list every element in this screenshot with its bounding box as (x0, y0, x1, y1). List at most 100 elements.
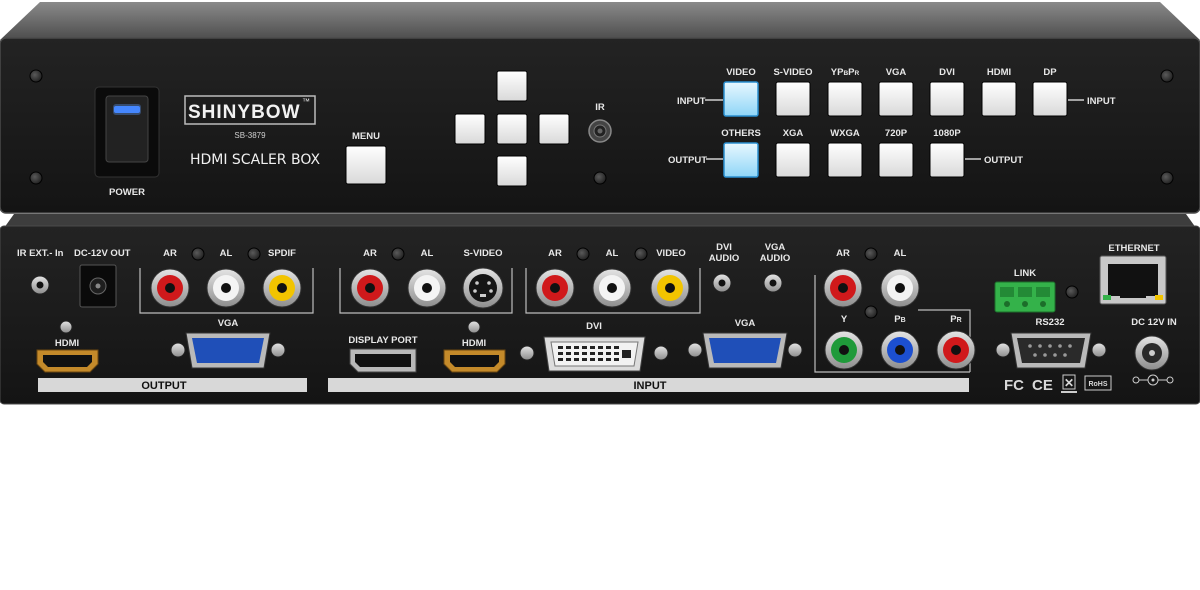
menu-button[interactable] (345, 145, 387, 185)
comp-y-label: Y (841, 314, 848, 325)
input-video-label: VIDEO (726, 67, 756, 78)
input-vga-button[interactable] (878, 81, 914, 117)
ir-ext-jack[interactable] (30, 275, 50, 295)
input-row-label-left: INPUT (677, 96, 706, 107)
link-label: LINK (1014, 268, 1036, 279)
brand-tm: ™ (302, 97, 310, 106)
device-illustration: POWER SHINYBOW ™ SB-3879 HDMI SCALER BOX… (0, 2, 1200, 405)
svg-text:✕: ✕ (1064, 376, 1074, 390)
output-1080p-label: 1080P (933, 128, 961, 139)
rear-unit: IR EXT.- In DC-12V OUT AR AL SPDIF HDMI (0, 214, 1200, 405)
in2-ar-rca-jack[interactable] (535, 268, 575, 308)
front-chassis-top (0, 2, 1200, 40)
input-vga-label: VGA (886, 67, 907, 78)
out-spdif-rca-jack[interactable] (262, 268, 302, 308)
out-al-rca-jack[interactable] (206, 268, 246, 308)
in1-ar-label: AR (363, 248, 377, 259)
input-audio-group-1: AR AL S-VIDEO (339, 247, 513, 314)
comp-pr-rca-jack[interactable] (936, 330, 976, 370)
input-dp-label: DP (1043, 67, 1057, 78)
input-hdmi-label: HDMI (987, 67, 1011, 78)
power-label: POWER (109, 187, 145, 198)
nav-up-button[interactable] (496, 70, 528, 102)
dvi-audio-label-1: DVI (716, 242, 732, 253)
dc-in-jack[interactable] (1134, 335, 1170, 371)
ir-ext-label: IR EXT.- In (17, 248, 64, 259)
ir-sensor (588, 119, 612, 143)
power-switch[interactable] (94, 86, 160, 178)
out-ar-label: AR (163, 248, 177, 259)
nav-left-button[interactable] (454, 113, 486, 145)
dvi-label: DVI (586, 321, 602, 332)
out-spdif-label: SPDIF (268, 248, 296, 259)
in-hdmi-label: HDMI (462, 338, 486, 349)
in-hdmi-port[interactable] (443, 349, 506, 373)
comp-al-label: AL (894, 248, 907, 259)
dc-in-label: DC 12V IN (1131, 317, 1177, 328)
comp-ar-label: AR (836, 248, 850, 259)
dc-out-jack[interactable] (79, 264, 117, 308)
in1-al-label: AL (421, 248, 434, 259)
fc-mark: FC (1004, 377, 1024, 394)
output-others-button[interactable] (723, 142, 759, 178)
input-row-label-right: INPUT (1087, 96, 1116, 107)
svideo-label: S-VIDEO (463, 248, 502, 259)
in1-ar-rca-jack[interactable] (350, 268, 390, 308)
in1-al-rca-jack[interactable] (407, 268, 447, 308)
out-vga-label: VGA (218, 318, 239, 329)
link-terminal-block[interactable] (994, 281, 1056, 313)
output-xga-label: XGA (783, 128, 804, 139)
input-video-button[interactable] (723, 81, 759, 117)
displayport-port[interactable] (349, 348, 417, 373)
dc-out-label: DC-12V OUT (74, 248, 131, 259)
in2-ar-label: AR (548, 248, 562, 259)
output-1080p-button[interactable] (929, 142, 965, 178)
in2-al-rca-jack[interactable] (592, 268, 632, 308)
output-row-label-left: OUTPUT (668, 155, 707, 166)
model-number: SB-3879 (234, 131, 266, 140)
out-al-label: AL (220, 248, 233, 259)
in2-video-rca-jack[interactable] (650, 268, 690, 308)
in2-video-label: VIDEO (656, 248, 686, 259)
dvi-audio-label-2: AUDIO (709, 253, 740, 264)
svideo-port[interactable] (462, 267, 504, 309)
ethernet-label: ETHERNET (1108, 243, 1159, 254)
nav-right-button[interactable] (538, 113, 570, 145)
rs232-label: RS232 (1035, 317, 1064, 328)
output-720p-label: 720P (885, 128, 908, 139)
dvi-audio-jack[interactable] (712, 273, 732, 293)
output-xga-button[interactable] (775, 142, 811, 178)
menu-label: MENU (352, 131, 380, 142)
comp-pb-rca-jack[interactable] (880, 330, 920, 370)
output-720p-button[interactable] (878, 142, 914, 178)
input-section-label: INPUT (634, 380, 667, 392)
output-wxga-button[interactable] (827, 142, 863, 178)
vga-audio-jack[interactable] (763, 273, 783, 293)
input-ypbpr-button[interactable] (827, 81, 863, 117)
rohs-mark: RoHS (1088, 381, 1107, 388)
in2-al-label: AL (606, 248, 619, 259)
comp-al-rca-jack[interactable] (880, 268, 920, 308)
input-dp-button[interactable] (1032, 81, 1068, 117)
out-hdmi-label: HDMI (55, 338, 79, 349)
comp-y-rca-jack[interactable] (824, 330, 864, 370)
out-hdmi-port[interactable] (36, 349, 99, 373)
nav-down-button[interactable] (496, 155, 528, 187)
vga-audio-label-2: AUDIO (760, 253, 791, 264)
ethernet-port[interactable] (1099, 255, 1167, 305)
comp-ar-rca-jack[interactable] (823, 268, 863, 308)
nav-center-button[interactable] (496, 113, 528, 145)
displayport-label: DISPLAY PORT (348, 335, 417, 346)
product-name: HDMI SCALER BOX (190, 152, 321, 168)
output-section-label: OUTPUT (141, 380, 187, 392)
ce-mark: CE (1032, 377, 1053, 394)
in-vga-label: VGA (735, 318, 756, 329)
weee-icon: ✕ (1061, 374, 1077, 393)
output-others-label: OTHERS (721, 128, 761, 139)
out-ar-rca-jack[interactable] (150, 268, 190, 308)
input-svideo-button[interactable] (775, 81, 811, 117)
input-dvi-button[interactable] (929, 81, 965, 117)
input-hdmi-button[interactable] (981, 81, 1017, 117)
brand-text: SHINYBOW (188, 102, 301, 123)
front-unit: POWER SHINYBOW ™ SB-3879 HDMI SCALER BOX… (0, 2, 1200, 214)
